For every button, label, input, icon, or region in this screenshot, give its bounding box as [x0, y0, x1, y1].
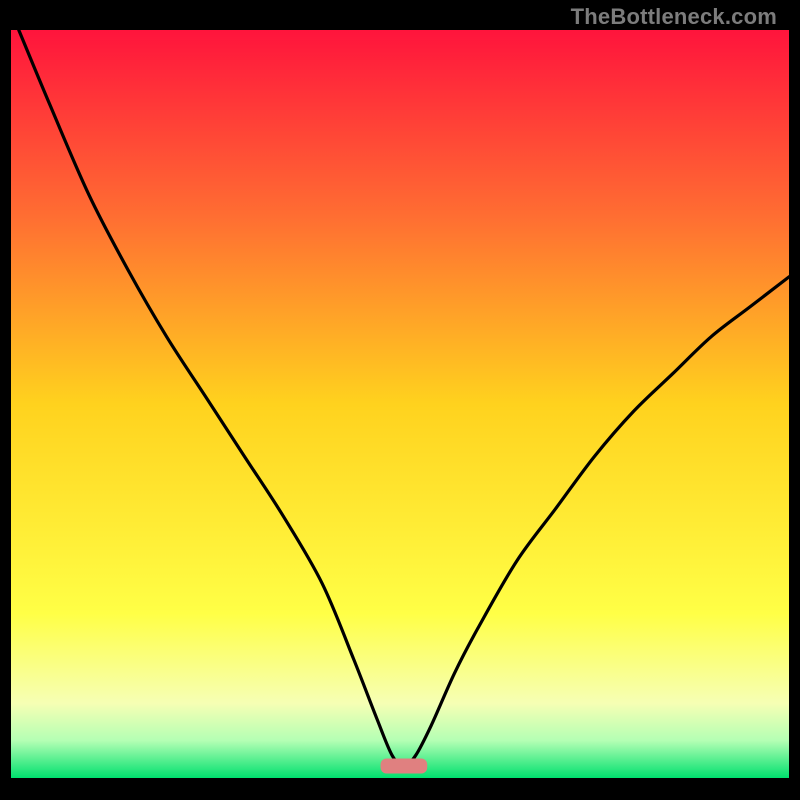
optimal-region-marker — [381, 759, 428, 774]
attribution-text: TheBottleneck.com — [571, 4, 777, 30]
plot-area — [11, 30, 789, 778]
chart-frame: TheBottleneck.com — [11, 0, 789, 789]
chart-svg — [11, 30, 789, 778]
gradient-background — [11, 30, 789, 778]
